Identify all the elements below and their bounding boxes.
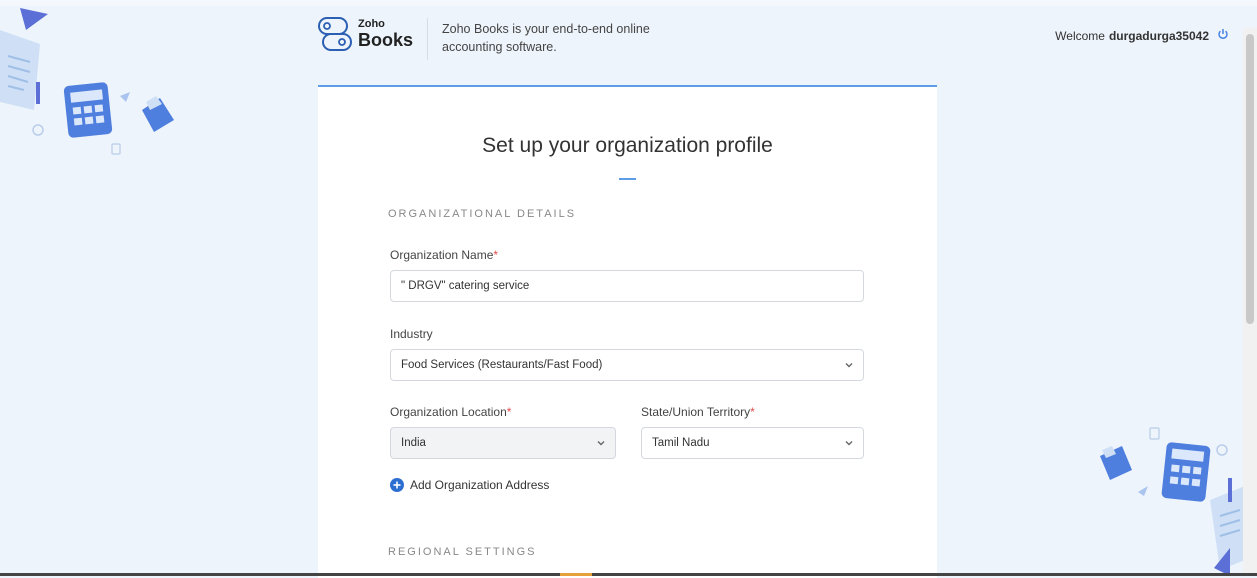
chevron-down-icon	[845, 363, 853, 368]
location-label-text: Organization Location	[390, 405, 507, 419]
calculator-icon	[63, 82, 113, 138]
required-marker: *	[506, 405, 512, 419]
section-heading-regional: REGIONAL SETTINGS	[388, 546, 537, 558]
logo-text: Zoho Books	[358, 18, 414, 50]
welcome-area: Welcome durgadurga35042	[1055, 28, 1229, 43]
decoration-top-left	[0, 8, 174, 155]
title-underline	[619, 178, 636, 180]
chevron-down-icon	[845, 441, 853, 446]
state-select[interactable]: Tamil Nadu	[641, 427, 864, 459]
state-value: Tamil Nadu	[652, 437, 710, 449]
shape-triangle	[20, 8, 48, 30]
industry-value: Food Services (Restaurants/Fast Food)	[401, 359, 603, 371]
section-heading-organizational: ORGANIZATIONAL DETAILS	[388, 208, 577, 220]
state-label-text: State/Union Territory	[641, 405, 751, 419]
page-title: Set up your organization profile	[482, 134, 773, 157]
add-organization-address-text: Add Organization Address	[410, 478, 550, 492]
brand-divider	[427, 18, 429, 60]
calculator-icon	[1161, 442, 1211, 502]
state-label: State/Union Territory*	[641, 405, 755, 419]
logo-zoho-text: Zoho	[358, 18, 385, 30]
add-organization-address-link[interactable]: Add Organization Address	[390, 478, 549, 492]
required-marker: *	[493, 248, 499, 262]
industry-select[interactable]: Food Services (Restaurants/Fast Food)	[390, 349, 864, 381]
zoho-books-logo[interactable]: Zoho Books	[318, 16, 413, 52]
logo-books-text: Books	[358, 30, 414, 50]
welcome-prefix: Welcome	[1055, 28, 1105, 43]
location-label: Organization Location*	[390, 405, 511, 419]
power-icon[interactable]	[1217, 28, 1229, 43]
folder-icon	[1100, 446, 1132, 480]
location-select[interactable]: India	[390, 427, 616, 459]
folder-icon	[142, 96, 174, 132]
required-marker: *	[750, 405, 755, 419]
add-circle-icon	[390, 478, 404, 492]
location-value: India	[401, 437, 426, 449]
scrollbar-thumb[interactable]	[1246, 34, 1254, 324]
org-name-label-text: Organization Name	[390, 248, 494, 262]
org-profile-card: Set up your organization profile ORGANIZ…	[318, 85, 937, 578]
scrollbar[interactable]	[1243, 28, 1257, 576]
decoration-bottom-right	[1100, 427, 1245, 576]
org-name-input[interactable]: " DRGV" catering service	[390, 270, 864, 302]
header-brand: Zoho Books Zoho Books is your end-to-end…	[318, 16, 702, 66]
chevron-down-icon	[597, 441, 605, 446]
zoho-books-logo-icon	[318, 17, 352, 51]
username: durgadurga35042	[1108, 28, 1209, 43]
org-name-label: Organization Name*	[390, 248, 498, 262]
org-name-value: " DRGV" catering service	[401, 280, 530, 292]
document-icon	[0, 30, 40, 110]
industry-label: Industry	[390, 327, 433, 341]
tagline: Zoho Books is your end-to-end online acc…	[442, 22, 650, 54]
